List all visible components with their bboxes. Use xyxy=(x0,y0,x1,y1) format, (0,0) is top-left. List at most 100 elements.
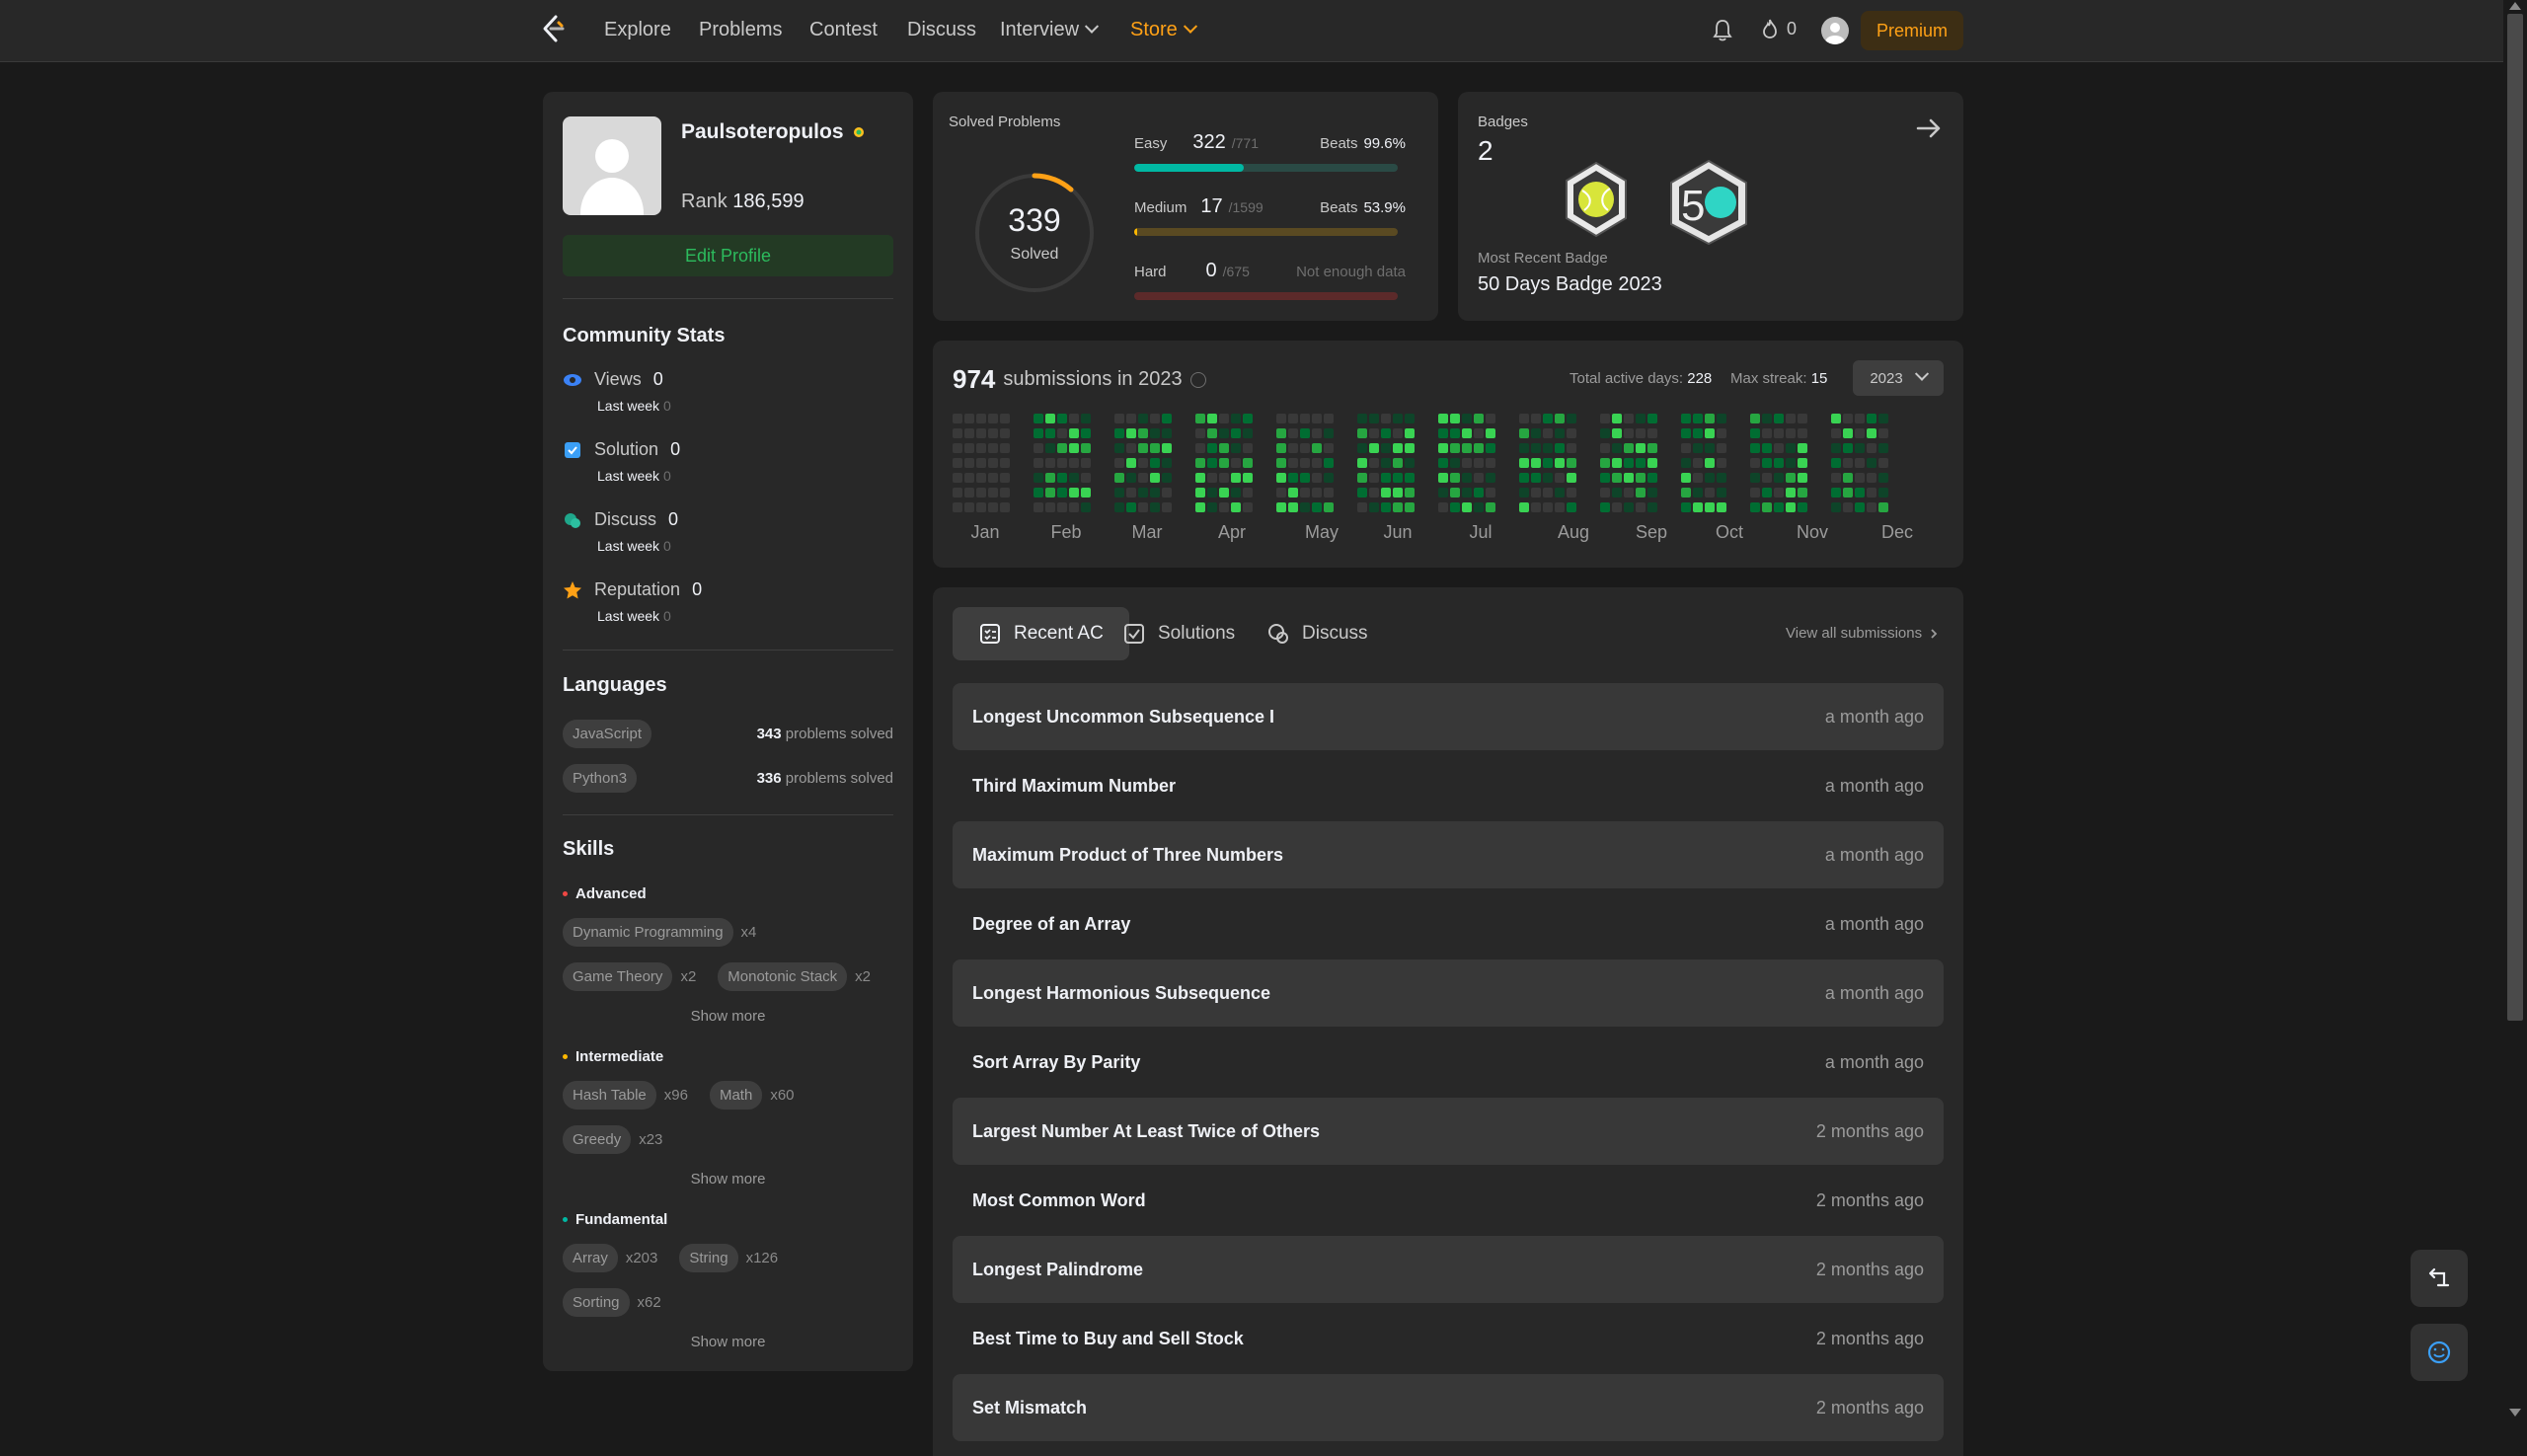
heatmap-day-cell[interactable] xyxy=(1162,428,1172,438)
heatmap-day-cell[interactable] xyxy=(1762,414,1772,423)
submission-row[interactable]: Longest Palindrome 2 months ago xyxy=(953,1236,1944,1303)
heatmap-day-cell[interactable] xyxy=(1138,473,1148,483)
heatmap-day-cell[interactable] xyxy=(1138,488,1148,498)
heatmap-day-cell[interactable] xyxy=(1531,414,1541,423)
heatmap-day-cell[interactable] xyxy=(1034,473,1043,483)
heatmap-day-cell[interactable] xyxy=(1057,414,1067,423)
heatmap-day-cell[interactable] xyxy=(1045,488,1055,498)
heatmap-day-cell[interactable] xyxy=(964,443,974,453)
tab-solutions[interactable]: Solutions xyxy=(1097,607,1261,660)
heatmap-day-cell[interactable] xyxy=(1831,488,1841,498)
heatmap-day-cell[interactable] xyxy=(1357,443,1367,453)
heatmap-day-cell[interactable] xyxy=(1231,414,1241,423)
heatmap-day-cell[interactable] xyxy=(1150,458,1160,468)
heatmap-day-cell[interactable] xyxy=(1867,473,1876,483)
heatmap-day-cell[interactable] xyxy=(1276,414,1286,423)
heatmap-day-cell[interactable] xyxy=(1114,428,1124,438)
heatmap-day-cell[interactable] xyxy=(988,414,998,423)
heatmap-day-cell[interactable] xyxy=(1162,414,1172,423)
leetcode-logo-icon[interactable] xyxy=(539,14,567,45)
heatmap-day-cell[interactable] xyxy=(1405,414,1415,423)
heatmap-day-cell[interactable] xyxy=(1369,414,1379,423)
heatmap-day-cell[interactable] xyxy=(1369,502,1379,512)
heatmap-day-cell[interactable] xyxy=(1612,414,1622,423)
heatmap-day-cell[interactable] xyxy=(1231,488,1241,498)
heatmap-day-cell[interactable] xyxy=(1276,428,1286,438)
heatmap-day-cell[interactable] xyxy=(1195,458,1205,468)
heatmap-day-cell[interactable] xyxy=(1855,473,1865,483)
heatmap-day-cell[interactable] xyxy=(1567,428,1576,438)
heatmap-day-cell[interactable] xyxy=(976,488,986,498)
heatmap-day-cell[interactable] xyxy=(1843,458,1853,468)
heatmap-day-cell[interactable] xyxy=(1405,428,1415,438)
skill-tag[interactable]: Array xyxy=(563,1244,618,1272)
nav-interview[interactable]: Interview xyxy=(1000,19,1100,41)
heatmap-day-cell[interactable] xyxy=(1219,488,1229,498)
heatmap-day-cell[interactable] xyxy=(1150,502,1160,512)
heatmap-day-cell[interactable] xyxy=(953,458,962,468)
heatmap-day-cell[interactable] xyxy=(1867,502,1876,512)
heatmap-day-cell[interactable] xyxy=(1195,414,1205,423)
heatmap-day-cell[interactable] xyxy=(1312,414,1322,423)
heatmap-day-cell[interactable] xyxy=(1647,473,1657,483)
heatmap-day-cell[interactable] xyxy=(1069,458,1079,468)
heatmap-day-cell[interactable] xyxy=(1462,488,1472,498)
heatmap-day-cell[interactable] xyxy=(1762,473,1772,483)
heatmap-day-cell[interactable] xyxy=(1624,414,1634,423)
heatmap-day-cell[interactable] xyxy=(1600,414,1610,423)
heatmap-day-cell[interactable] xyxy=(1162,502,1172,512)
heatmap-day-cell[interactable] xyxy=(1393,473,1403,483)
heatmap-day-cell[interactable] xyxy=(1207,414,1217,423)
heatmap-day-cell[interactable] xyxy=(1462,502,1472,512)
heatmap-day-cell[interactable] xyxy=(1555,488,1565,498)
heatmap-day-cell[interactable] xyxy=(1381,502,1391,512)
fifty-days-badge-icon[interactable]: 5 xyxy=(1667,159,1750,246)
heatmap-day-cell[interactable] xyxy=(1219,458,1229,468)
heatmap-day-cell[interactable] xyxy=(1312,473,1322,483)
heatmap-day-cell[interactable] xyxy=(1600,473,1610,483)
heatmap-day-cell[interactable] xyxy=(1243,473,1253,483)
heatmap-day-cell[interactable] xyxy=(1486,488,1495,498)
heatmap-day-cell[interactable] xyxy=(1324,458,1334,468)
submission-row[interactable]: Degree of an Array a month ago xyxy=(953,890,1944,958)
heatmap-day-cell[interactable] xyxy=(1831,458,1841,468)
heatmap-day-cell[interactable] xyxy=(1774,443,1784,453)
heatmap-day-cell[interactable] xyxy=(1114,458,1124,468)
heatmap-day-cell[interactable] xyxy=(1543,488,1553,498)
heatmap-day-cell[interactable] xyxy=(1717,473,1726,483)
heatmap-day-cell[interactable] xyxy=(1519,414,1529,423)
heatmap-day-cell[interactable] xyxy=(1878,443,1888,453)
heatmap-day-cell[interactable] xyxy=(1705,473,1715,483)
heatmap-day-cell[interactable] xyxy=(1462,458,1472,468)
heatmap-day-cell[interactable] xyxy=(1126,458,1136,468)
tennis-ball-badge-icon[interactable] xyxy=(1563,161,1630,238)
heatmap-day-cell[interactable] xyxy=(1195,428,1205,438)
heatmap-day-cell[interactable] xyxy=(1405,488,1415,498)
heatmap-day-cell[interactable] xyxy=(1438,443,1448,453)
heatmap-day-cell[interactable] xyxy=(1555,458,1565,468)
heatmap-day-cell[interactable] xyxy=(1486,473,1495,483)
heatmap-day-cell[interactable] xyxy=(1231,458,1241,468)
heatmap-day-cell[interactable] xyxy=(1276,502,1286,512)
heatmap-day-cell[interactable] xyxy=(1786,428,1796,438)
heatmap-day-cell[interactable] xyxy=(1519,428,1529,438)
heatmap-day-cell[interactable] xyxy=(1693,414,1703,423)
heatmap-day-cell[interactable] xyxy=(1705,488,1715,498)
heatmap-day-cell[interactable] xyxy=(1519,502,1529,512)
heatmap-day-cell[interactable] xyxy=(1438,473,1448,483)
heatmap-day-cell[interactable] xyxy=(1543,473,1553,483)
heatmap-day-cell[interactable] xyxy=(1114,473,1124,483)
heatmap-day-cell[interactable] xyxy=(1705,414,1715,423)
heatmap-day-cell[interactable] xyxy=(1312,488,1322,498)
badges-card[interactable]: Badges 2 5 Most Recent Badge 50 Days Bad… xyxy=(1458,92,1963,321)
heatmap-day-cell[interactable] xyxy=(1555,473,1565,483)
heatmap-day-cell[interactable] xyxy=(1207,443,1217,453)
heatmap-day-cell[interactable] xyxy=(1450,443,1460,453)
heatmap-day-cell[interactable] xyxy=(1000,473,1010,483)
heatmap-day-cell[interactable] xyxy=(1717,488,1726,498)
heatmap-day-cell[interactable] xyxy=(1438,502,1448,512)
heatmap-day-cell[interactable] xyxy=(1069,428,1079,438)
heatmap-day-cell[interactable] xyxy=(1567,443,1576,453)
heatmap-day-cell[interactable] xyxy=(1207,458,1217,468)
heatmap-day-cell[interactable] xyxy=(953,502,962,512)
